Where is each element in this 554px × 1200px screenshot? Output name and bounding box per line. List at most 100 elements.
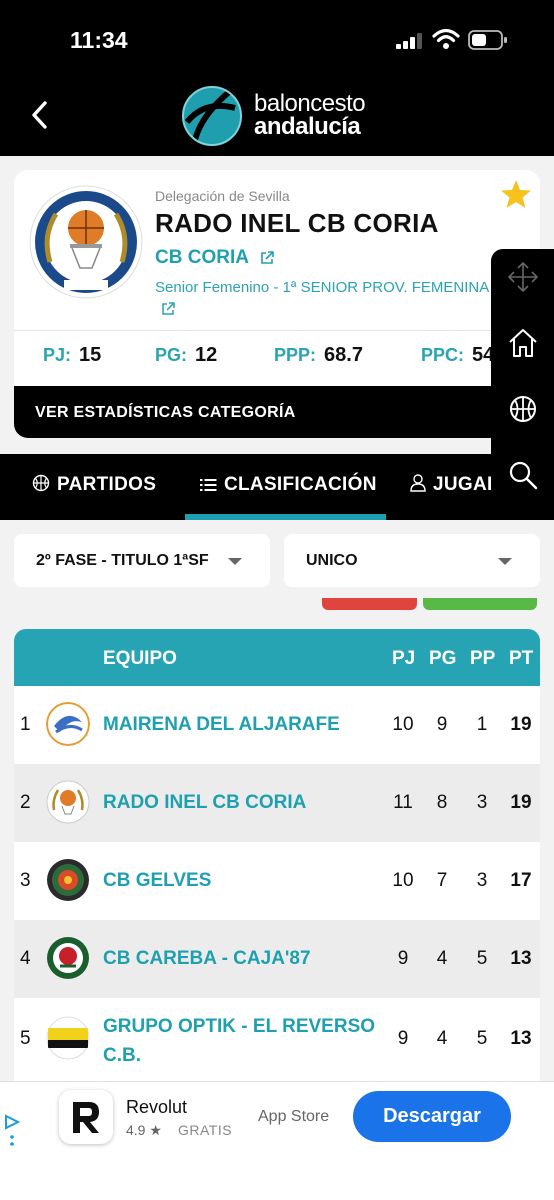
club-link[interactable]: CB CORIA: [155, 247, 274, 269]
status-time: 11:34: [70, 27, 128, 53]
category-link[interactable]: Senior Femenino - 1ª SENIOR PROV. FEMENI…: [155, 277, 535, 319]
home-icon[interactable]: [507, 327, 539, 359]
row-pj: 11: [393, 792, 413, 813]
row-pp: 3: [476, 792, 488, 813]
favorite-star-icon[interactable]: [500, 178, 532, 210]
team-card: Delegación de Sevilla RADO INEL CB CORIA…: [14, 170, 540, 438]
row-pp: 5: [476, 1028, 488, 1049]
floating-side-menu: [491, 249, 554, 511]
list-icon: [200, 479, 217, 491]
chevron-down-icon: [228, 558, 242, 565]
app-header: 11:34 baloncesto andalucía: [0, 0, 554, 156]
tab-bar: PARTIDOS CLASIFICACIÓN JUGADORAS: [0, 454, 554, 520]
tab-clasificacion-label: CLASIFICACIÓN: [224, 474, 377, 495]
ad-choices-icon[interactable]: [3, 1110, 21, 1150]
cb-careba-logo-icon: [47, 937, 89, 979]
red-action-button[interactable]: [322, 598, 417, 610]
ad-price: GRATIS: [178, 1122, 233, 1138]
battery-icon: [468, 30, 507, 50]
row-pp: 5: [476, 948, 488, 969]
table-row[interactable]: 4 CB CAREBA - CAJA'87 9 4 5 13: [14, 920, 540, 998]
row-team-link[interactable]: RADO INEL CB CORIA: [103, 788, 383, 817]
stat-pg-value: 12: [195, 344, 218, 366]
ad-banner[interactable]: Revolut 4.9 ★ GRATIS App Store Descargar: [0, 1081, 554, 1200]
mairena-logo-icon: [46, 702, 90, 746]
tab-partidos[interactable]: PARTIDOS: [32, 474, 156, 496]
club-name: CB CORIA: [155, 247, 249, 268]
table-row[interactable]: 5 GRUPO OPTIK - EL REVERSO C.B. 9 4 5 13: [14, 998, 540, 1081]
view-category-stats-button[interactable]: VER ESTADÍSTICAS CATEGORÍA: [14, 386, 540, 438]
phase-select[interactable]: 2º FASE - TITULO 1ªSF: [14, 534, 270, 587]
table-row[interactable]: 2 RADO INEL CB CORIA 11 8 3 19: [14, 764, 540, 842]
move-arrows-icon[interactable]: [507, 261, 539, 293]
table-header: EQUIPO PJ PG PP PT: [14, 629, 540, 686]
row-pt: 19: [510, 714, 532, 735]
basketball-icon[interactable]: [507, 393, 539, 425]
row-position: 2: [20, 792, 31, 813]
table-row[interactable]: 3 CB GELVES 10 7 3 17: [14, 842, 540, 920]
row-team-link[interactable]: CB GELVES: [103, 866, 383, 895]
stat-ppp: PPP: 68.7: [274, 344, 363, 367]
header-pj: PJ: [392, 648, 416, 669]
row-team-link[interactable]: GRUPO OPTIK - EL REVERSO C.B.: [103, 1012, 383, 1070]
stat-pj-label: PJ:: [43, 345, 72, 365]
row-pp: 1: [476, 714, 488, 735]
row-pt: 19: [510, 792, 532, 813]
row-position: 1: [20, 714, 31, 735]
card-divider: [14, 330, 540, 331]
header-pg: PG: [429, 648, 457, 669]
row-pg: 4: [436, 948, 448, 969]
stat-pj: PJ: 15: [43, 344, 101, 367]
user-icon: [410, 474, 426, 492]
back-arrow-icon[interactable]: [28, 98, 52, 132]
row-pg: 4: [436, 1028, 448, 1049]
download-button[interactable]: Descargar: [353, 1091, 511, 1142]
row-pj: 10: [392, 714, 414, 735]
cb-coria-logo-icon: [46, 780, 90, 824]
ad-rating: 4.9 ★: [126, 1122, 162, 1138]
stat-ppp-label: PPP:: [274, 345, 317, 365]
cb-gelves-logo-icon: [47, 859, 89, 901]
search-icon[interactable]: [507, 459, 539, 491]
ad-store: App Store: [258, 1108, 330, 1125]
row-position: 5: [20, 1028, 31, 1049]
signal-icon: [396, 33, 422, 49]
stat-ppc-label: PPC:: [421, 345, 465, 365]
stat-pg-label: PG:: [155, 345, 188, 365]
row-pg: 8: [436, 792, 448, 813]
row-pg: 7: [436, 870, 448, 891]
reverso-logo-icon: [46, 1016, 90, 1060]
group-select[interactable]: UNICO: [284, 534, 540, 587]
logo-text-andalucia: andalucía: [254, 113, 361, 140]
wifi-icon: [432, 28, 460, 49]
team-crest-icon: [29, 185, 143, 299]
revolut-app-icon[interactable]: [59, 1090, 113, 1144]
header-team: EQUIPO: [103, 648, 177, 669]
row-pt: 13: [510, 948, 532, 969]
chevron-down-icon: [498, 558, 512, 565]
basketball-icon: [32, 474, 50, 492]
row-position: 4: [20, 948, 31, 969]
row-team-link[interactable]: CB CAREBA - CAJA'87: [103, 944, 383, 973]
table-row[interactable]: 1 MAIRENA DEL ALJARAFE 10 9 1 19: [14, 686, 540, 764]
row-pg: 9: [436, 714, 448, 735]
row-pp: 3: [476, 870, 488, 891]
active-tab-indicator: [185, 514, 386, 520]
external-link-icon: [162, 302, 175, 315]
ad-app-name: Revolut: [126, 1097, 188, 1117]
external-link-icon: [260, 251, 274, 264]
row-team-link[interactable]: MAIRENA DEL ALJARAFE: [103, 710, 383, 739]
green-action-button[interactable]: [423, 598, 537, 610]
tab-partidos-label: PARTIDOS: [57, 474, 157, 495]
header-pp: PP: [470, 648, 496, 669]
stat-ppc: PPC: 54: [421, 344, 494, 367]
tab-clasificacion[interactable]: CLASIFICACIÓN: [200, 474, 377, 496]
row-pj: 9: [397, 1028, 409, 1049]
revolut-r-icon: [73, 1102, 99, 1133]
row-pj: 10: [392, 870, 414, 891]
category-label: Senior Femenino - 1ª SENIOR PROV. FEMENI…: [155, 279, 531, 296]
standings-table: EQUIPO PJ PG PP PT 1 MAIRENA DEL ALJARAF…: [14, 629, 540, 1081]
team-name: RADO INEL CB CORIA: [155, 208, 439, 238]
row-pj: 9: [397, 948, 409, 969]
stat-ppp-value: 68.7: [324, 344, 363, 366]
